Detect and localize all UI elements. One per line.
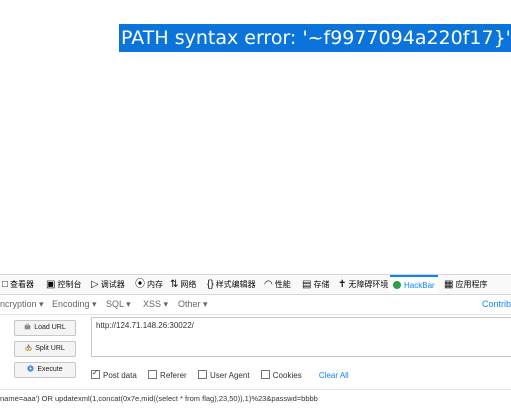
console-icon: ▣	[46, 279, 56, 290]
post-data-input[interactable]: name=aaa') OR updatexml(1,concat(0x7e,mi…	[0, 389, 511, 408]
load-url-icon	[24, 323, 31, 330]
tab-debugger[interactable]: ▷ 调试器	[91, 275, 125, 294]
tab-application[interactable]: ▦ 应用程序	[444, 275, 487, 294]
execute-icon	[27, 365, 34, 372]
braces-icon: {}	[207, 279, 214, 290]
menu-sql[interactable]: SQL ▾	[106, 294, 131, 314]
menu-contrib[interactable]: Contrib	[482, 294, 511, 314]
hackbar-menu: ncryption ▾ Encoding ▾ SQL ▾ XSS ▾ Other…	[0, 294, 511, 315]
hackbar-icon	[393, 281, 401, 289]
split-url-icon	[25, 344, 32, 351]
checkbox-checked-icon	[91, 368, 100, 379]
checkbox-icon	[260, 370, 270, 379]
cookies-checkbox[interactable]: Cookies	[260, 370, 302, 380]
split-url-button[interactable]: Split URL	[14, 341, 76, 357]
tab-console[interactable]: ▣ 控制台	[46, 275, 81, 294]
debugger-icon: ▷	[91, 279, 99, 290]
tab-memory[interactable]: ⦿ 内存	[135, 275, 163, 294]
options-row: Post data Referer User Agent Cookies Cle…	[91, 368, 358, 382]
menu-other[interactable]: Other ▾	[178, 294, 208, 314]
menu-xss[interactable]: XSS ▾	[143, 294, 168, 314]
network-icon: ⇅	[170, 279, 179, 290]
checkbox-icon	[148, 370, 158, 379]
menu-encryption[interactable]: ncryption ▾	[0, 294, 44, 314]
accessibility-icon: ✝	[338, 279, 347, 290]
clear-all-link[interactable]: Clear All	[319, 371, 349, 380]
post-data-checkbox[interactable]: Post data	[91, 368, 137, 380]
menu-encoding[interactable]: Encoding ▾	[52, 294, 97, 314]
tab-inspector[interactable]: □ 查看器	[2, 275, 34, 294]
tab-network[interactable]: ⇅ 网络	[170, 275, 196, 294]
execute-button[interactable]: Execute	[14, 362, 76, 378]
url-input[interactable]: http://124.71.148.26:30022/	[91, 317, 511, 357]
checkbox-icon	[197, 370, 207, 379]
devtools-toolbar: □ 查看器 ▣ 控制台 ▷ 调试器 ⦿ 内存 ⇅ 网络 {} 样式编辑器 ◠ 性能 ▤ 存储 ✝…	[0, 274, 511, 295]
load-url-button[interactable]: Load URL	[14, 320, 76, 336]
tab-hackbar[interactable]: HackBar	[390, 275, 438, 294]
user-agent-checkbox[interactable]: User Agent	[197, 370, 250, 380]
inspector-icon: □	[2, 279, 9, 290]
referer-checkbox[interactable]: Referer	[148, 370, 187, 380]
storage-icon: ▤	[302, 279, 312, 290]
tab-performance[interactable]: ◠ 性能	[264, 275, 291, 294]
error-message: PATH syntax error: '~f9977094a220f17}'	[119, 24, 511, 52]
application-icon: ▦	[444, 279, 454, 290]
tab-accessibility[interactable]: ✝ 无障碍环境	[338, 275, 388, 294]
tab-storage[interactable]: ▤ 存储	[302, 275, 329, 294]
performance-icon: ◠	[264, 279, 273, 290]
memory-icon: ⦿	[135, 279, 145, 290]
tab-style-editor[interactable]: {} 样式编辑器	[207, 275, 256, 294]
